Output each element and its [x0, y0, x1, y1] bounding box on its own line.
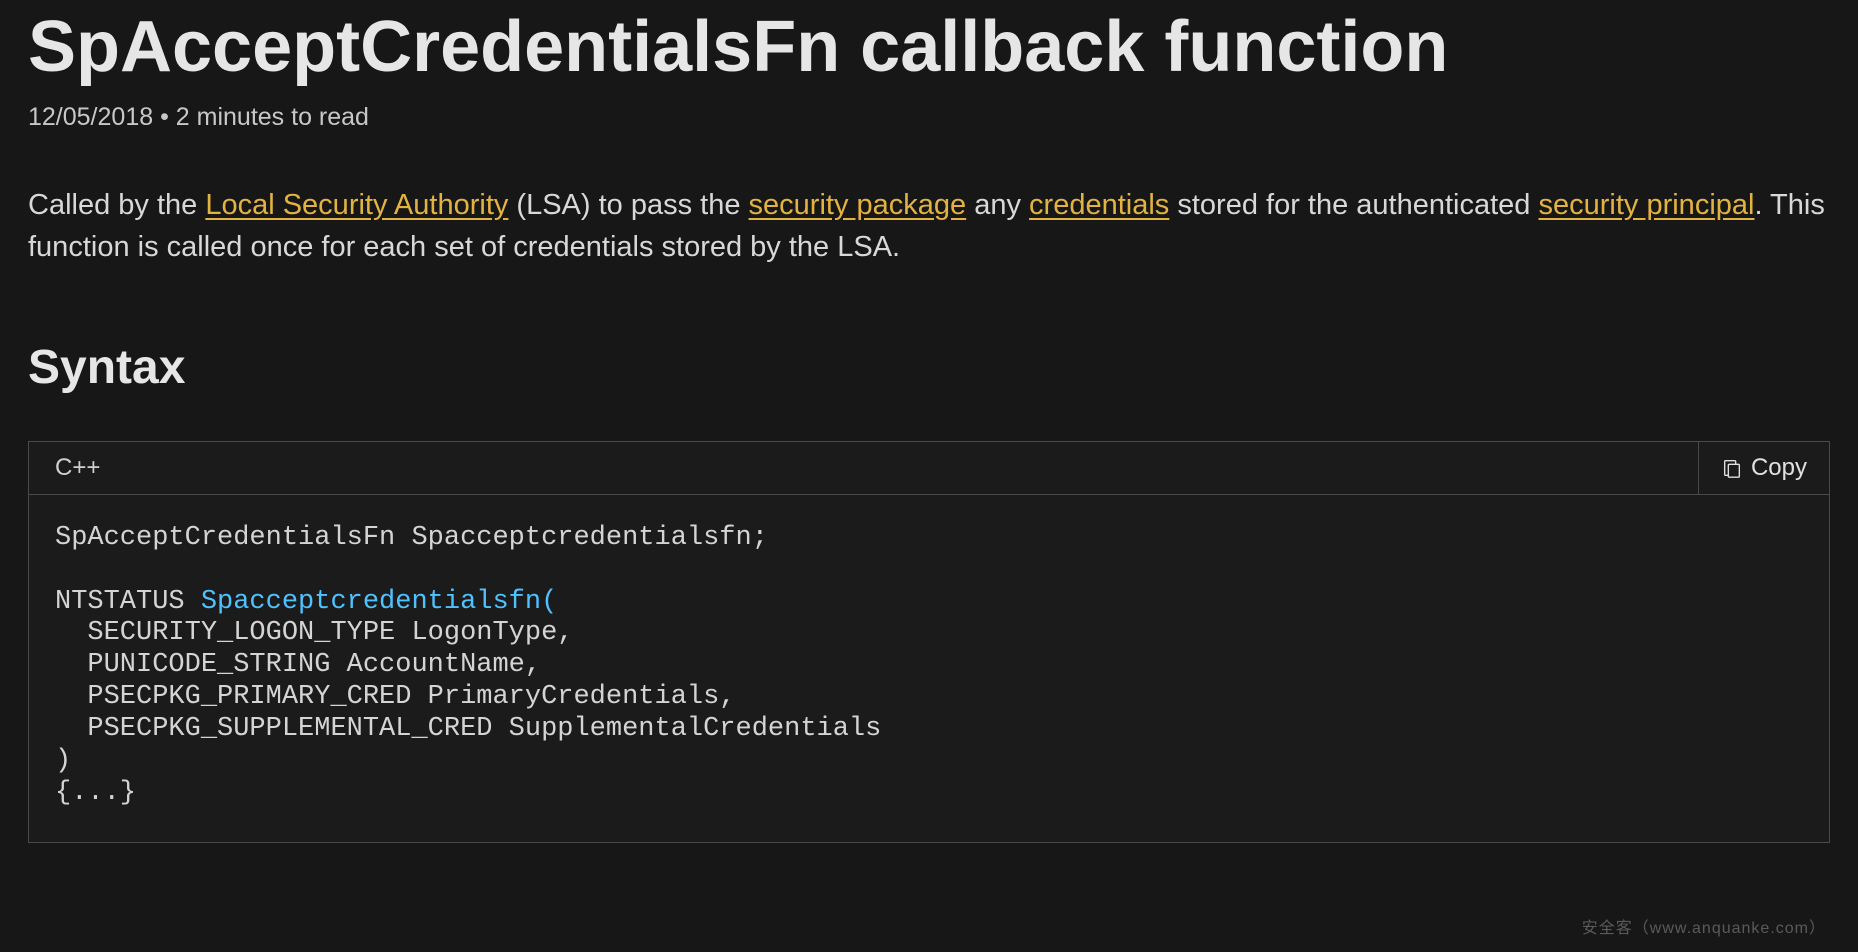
article-meta: 12/05/2018 • 2 minutes to read — [28, 103, 1830, 132]
code-line: SpAcceptCredentialsFn Spacceptcredential… — [55, 523, 768, 553]
watermark: 安全客（www.anquanke.com） — [1582, 914, 1826, 938]
page-title: SpAcceptCredentialsFn callback function — [28, 0, 1830, 89]
meta-date: 12/05/2018 — [28, 103, 153, 131]
code-line: PUNICODE_STRING AccountName, — [55, 650, 541, 680]
intro-paragraph: Called by the Local Security Authority (… — [28, 184, 1830, 268]
code-line: {...} — [55, 778, 136, 808]
link-security-principal[interactable]: security principal — [1538, 189, 1754, 221]
code-line: NTSTATUS — [55, 587, 201, 617]
code-highlight: Spacceptcredentialsfn( — [201, 587, 557, 617]
meta-read-time: 2 minutes to read — [176, 103, 369, 131]
intro-text: (LSA) to pass the — [508, 189, 748, 221]
link-security-package[interactable]: security package — [749, 189, 967, 221]
copy-icon — [1721, 457, 1743, 479]
code-line: SECURITY_LOGON_TYPE LogonType, — [55, 618, 573, 648]
link-credentials[interactable]: credentials — [1029, 189, 1169, 221]
code-block: C++ Copy SpAcceptCredentialsFn Spacceptc… — [28, 441, 1830, 843]
intro-text: any — [966, 189, 1029, 221]
code-language-label: C++ — [55, 454, 100, 482]
intro-text: stored for the authenticated — [1169, 189, 1538, 221]
code-line: PSECPKG_SUPPLEMENTAL_CRED SupplementalCr… — [55, 714, 881, 744]
code-content: SpAcceptCredentialsFn Spacceptcredential… — [29, 495, 1829, 842]
link-local-security-authority[interactable]: Local Security Authority — [205, 189, 508, 221]
meta-separator: • — [160, 103, 169, 131]
intro-text: Called by the — [28, 189, 205, 221]
code-line: PSECPKG_PRIMARY_CRED PrimaryCredentials, — [55, 682, 736, 712]
code-line: ) — [55, 746, 71, 776]
copy-label: Copy — [1751, 454, 1807, 482]
code-header: C++ Copy — [29, 442, 1829, 495]
copy-button[interactable]: Copy — [1698, 442, 1807, 494]
section-heading-syntax: Syntax — [28, 340, 1830, 395]
